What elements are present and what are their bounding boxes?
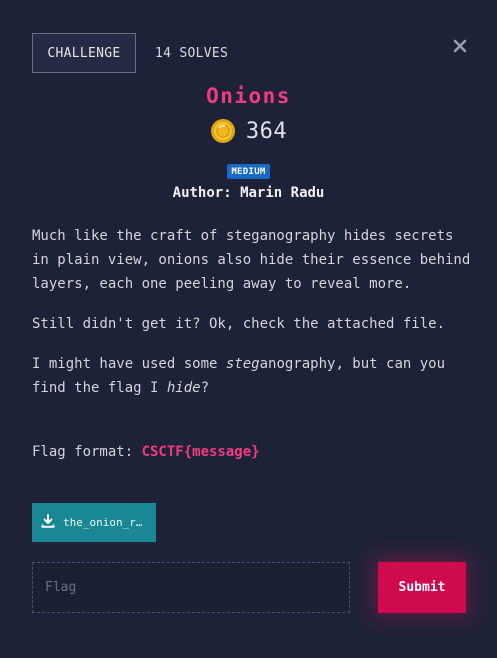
close-icon[interactable] xyxy=(451,37,469,55)
attachment-file-name: the_onion_r… xyxy=(63,516,143,529)
flag-format-line: Flag format: CSCTF{message} xyxy=(32,440,260,464)
description-paragraph: Much like the craft of steganography hid… xyxy=(32,228,471,292)
challenge-author: Author: Marin Radu xyxy=(172,185,325,201)
difficulty-row: MEDIUM xyxy=(0,164,497,179)
flag-format-value: CSCTF{message} xyxy=(141,444,260,460)
description-emphasis: hide xyxy=(166,380,201,396)
description-paragraph: Still didn't get it? Ok, check the attac… xyxy=(32,316,446,332)
download-icon xyxy=(41,513,55,532)
difficulty-badge: MEDIUM xyxy=(227,164,270,179)
coin-icon xyxy=(210,118,236,144)
challenge-description: Much like the craft of steganography hid… xyxy=(32,224,472,416)
description-text: ? xyxy=(200,380,210,396)
challenge-title: Onions xyxy=(206,84,291,108)
description-paragraph: I might have used some steganography, bu… xyxy=(32,352,472,400)
attachment-download-button[interactable]: the_onion_r… xyxy=(32,503,156,542)
submit-button[interactable]: Submit xyxy=(378,562,466,613)
tab-challenge[interactable]: CHALLENGE xyxy=(32,33,136,73)
flag-input[interactable] xyxy=(32,562,350,613)
challenge-points: 364 xyxy=(245,118,288,144)
description-text: I might have used some xyxy=(32,356,226,372)
challenge-modal: CHALLENGE 14 SOLVES Onions 364 MEDIUM Au… xyxy=(0,0,497,658)
flag-format-label: Flag format: xyxy=(32,444,142,460)
tab-solves[interactable]: 14 SOLVES xyxy=(155,33,228,73)
points-row: 364 xyxy=(0,118,497,144)
description-emphasis: steg xyxy=(225,356,260,372)
